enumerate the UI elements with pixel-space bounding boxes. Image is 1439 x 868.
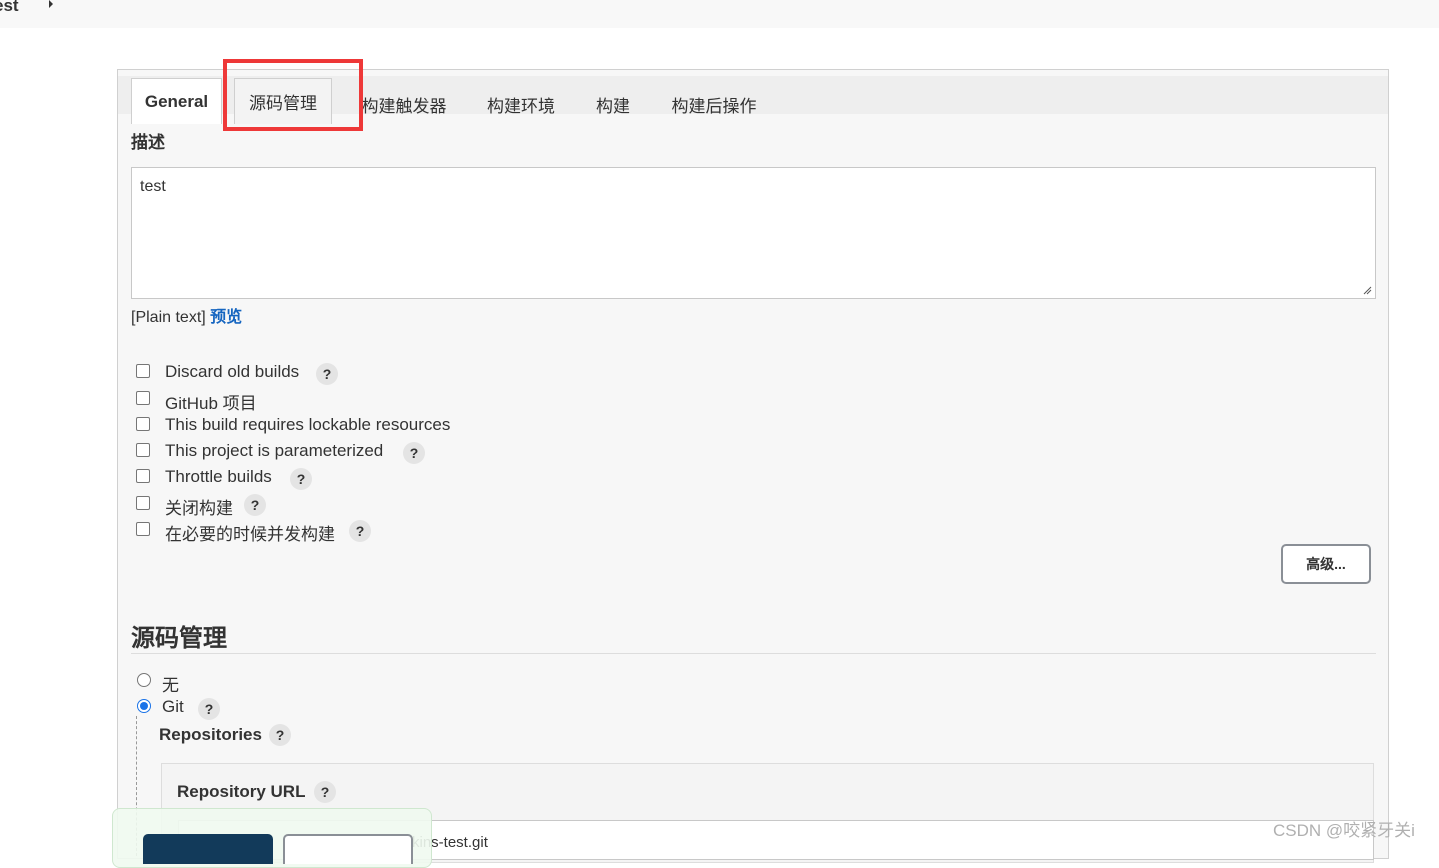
help-icon[interactable]: ? [349, 520, 371, 542]
repository-url-label: Repository URL [177, 782, 306, 801]
option-label: 关闭构建 [165, 499, 233, 518]
help-icon[interactable]: ? [269, 724, 291, 746]
radio-scm-git[interactable] [137, 699, 151, 713]
help-icon[interactable]: ? [316, 363, 338, 385]
checkbox-throttle-builds[interactable] [136, 469, 150, 483]
resize-handle-icon[interactable] [1362, 285, 1372, 295]
plain-text-hint: [Plain text] 预览 [131, 303, 242, 327]
checkbox-github-project[interactable] [136, 391, 150, 405]
radio-label: 无 [162, 676, 179, 695]
breadcrumb-bar: est [0, 0, 1439, 28]
checkbox-concurrent-builds[interactable] [136, 522, 150, 536]
chevron-right-icon[interactable] [49, 0, 53, 8]
option-label: 在必要的时候并发构建 [165, 525, 335, 544]
help-icon[interactable]: ? [314, 781, 336, 803]
preview-link[interactable]: 预览 [210, 309, 242, 326]
option-label: GitHub 项目 [165, 394, 257, 413]
save-button[interactable] [143, 834, 273, 864]
radio-label: Git [162, 697, 184, 716]
checkbox-discard-old-builds[interactable] [136, 364, 150, 378]
tab-build-environment[interactable]: 构建环境 [482, 84, 560, 124]
option-label: Discard old builds [165, 362, 300, 381]
description-textarea[interactable] [131, 167, 1376, 299]
help-icon[interactable]: ? [244, 494, 266, 516]
apply-button[interactable] [283, 834, 413, 864]
tab-build-triggers[interactable]: 构建触发器 [358, 84, 450, 124]
radio-scm-none[interactable] [137, 673, 151, 687]
option-label: This project is parameterized [165, 441, 384, 460]
help-icon[interactable]: ? [403, 442, 425, 464]
highlight-box [223, 59, 363, 131]
breadcrumb-item[interactable]: est [0, 0, 19, 16]
section-title-scm: 源码管理 [131, 625, 227, 652]
help-icon[interactable]: ? [290, 468, 312, 490]
option-label: Throttle builds [165, 467, 272, 486]
checkbox-disable-build[interactable] [136, 496, 150, 510]
option-label: This build requires lockable resources [165, 415, 451, 434]
tab-post-build-actions[interactable]: 构建后操作 [666, 84, 762, 124]
tab-general[interactable]: General [131, 78, 222, 124]
advanced-button[interactable]: 高级... [1281, 544, 1371, 584]
watermark: CSDN @咬紧牙关i [1273, 821, 1415, 840]
help-icon[interactable]: ? [198, 698, 220, 720]
section-divider [131, 653, 1376, 654]
repositories-label: Repositories [159, 725, 262, 744]
tab-build[interactable]: 构建 [592, 84, 634, 124]
description-label: 描述 [131, 133, 165, 152]
checkbox-parameterized[interactable] [136, 443, 150, 457]
checkbox-lockable-resources[interactable] [136, 417, 150, 431]
plain-text-label: [Plain text] [131, 309, 206, 326]
